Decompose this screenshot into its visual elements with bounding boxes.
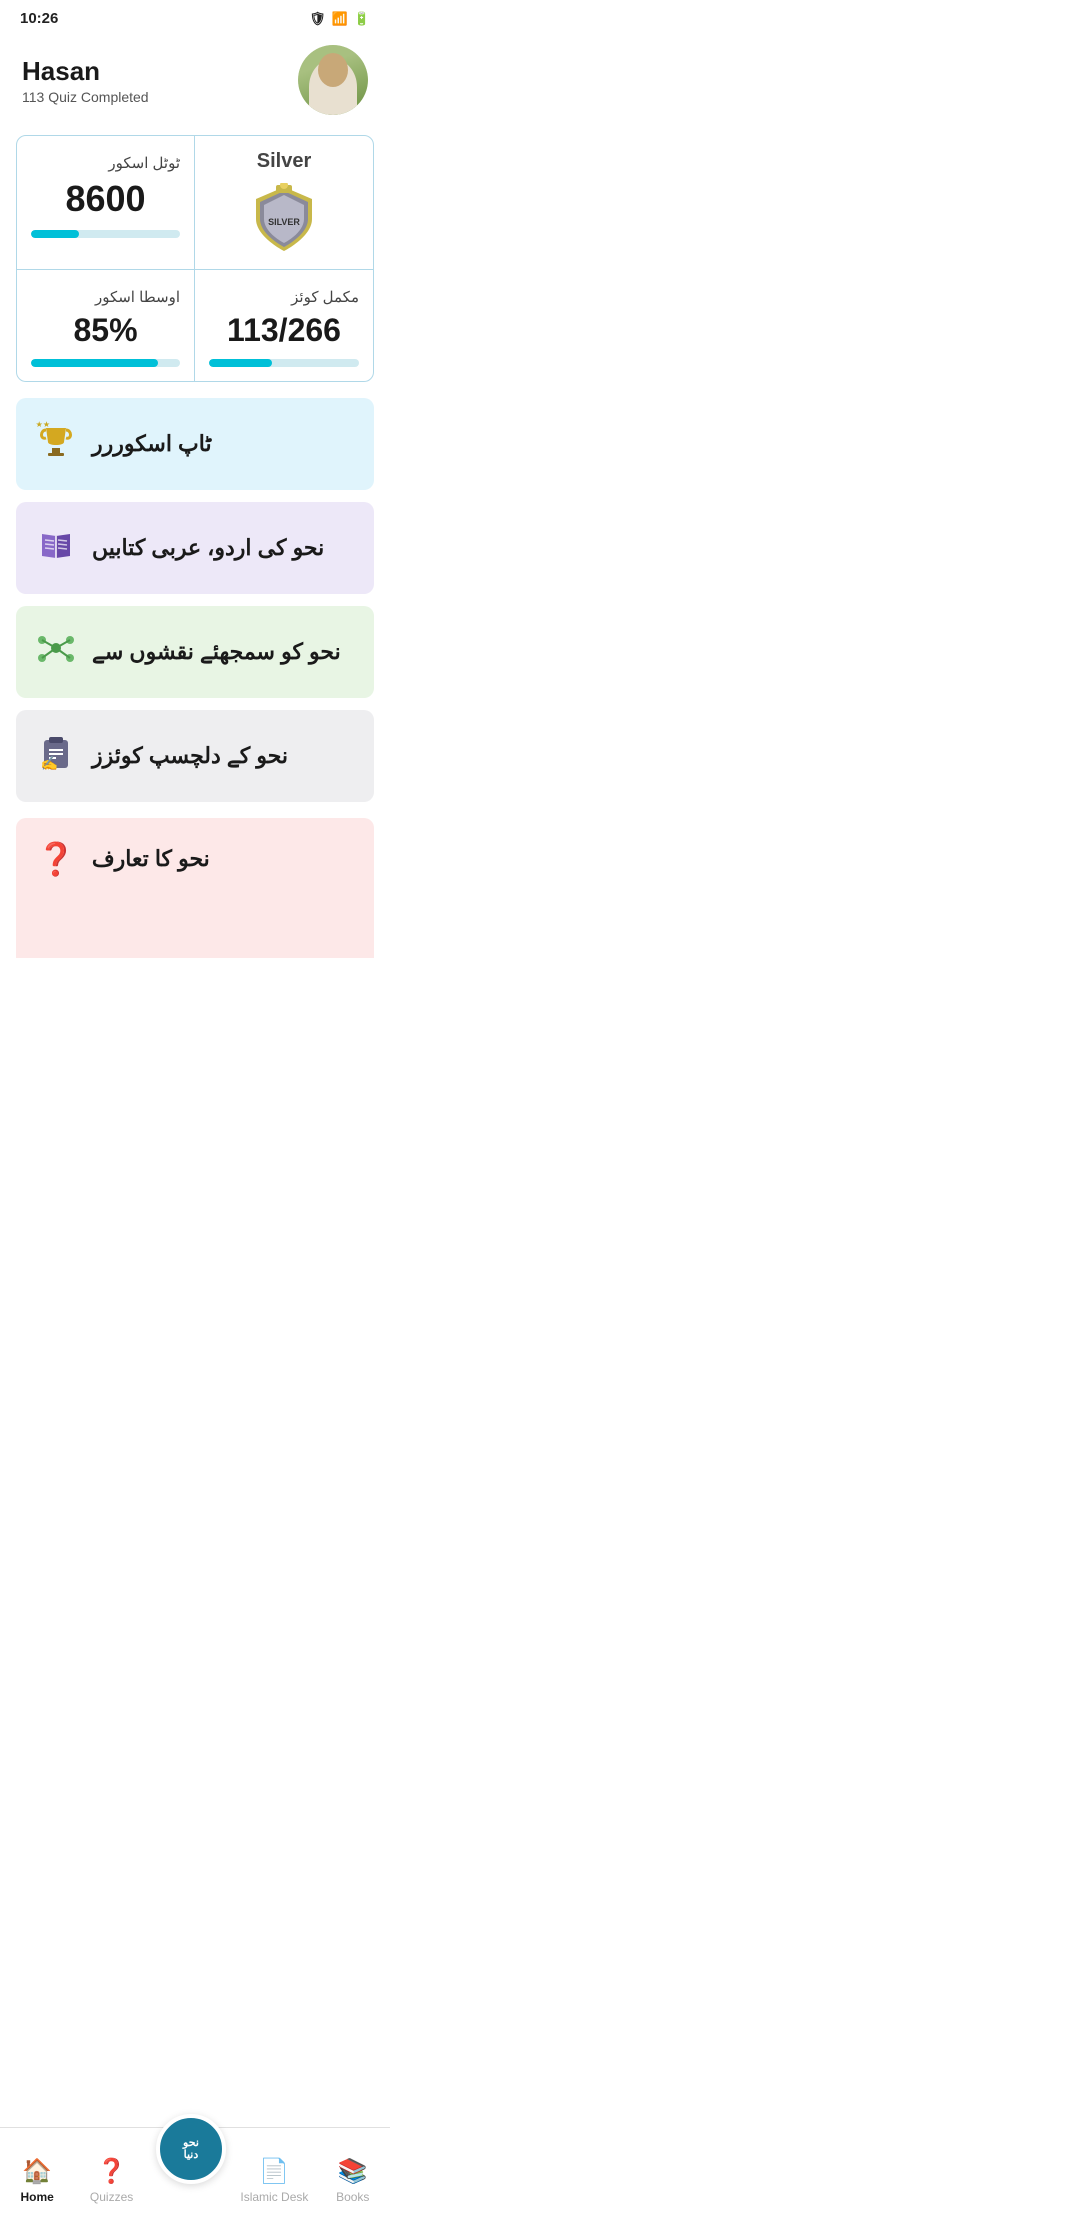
center-label: نحودنیا xyxy=(183,2137,199,2161)
silver-badge-icon: SILVER xyxy=(252,183,316,255)
partial-card-icon: ❓ xyxy=(36,840,76,878)
svg-text:SILVER: SILVER xyxy=(268,217,300,227)
diagrams-text: نحو کو سمجھئے نقشوں سے xyxy=(92,639,341,665)
quiz-count: 113 Quiz Completed xyxy=(22,89,149,105)
avg-score-progress-fill xyxy=(31,359,158,367)
home-label: Home xyxy=(21,2190,54,2204)
home-icon: 🏠 xyxy=(22,2157,52,2186)
books-icon xyxy=(36,524,76,572)
svg-text:✍: ✍ xyxy=(41,755,58,771)
partial-card[interactable]: نحو کا تعارف ❓ xyxy=(16,818,374,958)
center-circle: نحودنیا xyxy=(156,2114,226,2184)
completed-label: مکمل کوئز xyxy=(209,288,359,306)
total-score-progress-bg xyxy=(31,230,180,238)
status-bar: 10:26 🛡 📶 🔋 xyxy=(0,0,390,35)
bottom-nav: 🏠 Home ❓ Quizzes نحودنیا 📄 Islamic Desk … xyxy=(0,2127,390,2220)
books-text: نحو کی اردو، عربی کتابیں xyxy=(92,535,324,561)
books-card[interactable]: نحو کی اردو، عربی کتابیں xyxy=(16,502,374,594)
completed-value: 113/266 xyxy=(209,312,359,349)
islamic-desk-label: Islamic Desk xyxy=(240,2190,308,2204)
books-nav-label: Books xyxy=(336,2190,369,2204)
total-score-cell: ٹوٹل اسکور 8600 xyxy=(17,136,195,270)
quizzes-nav-icon: ❓ xyxy=(97,2157,127,2186)
header-text: Hasan 113 Quiz Completed xyxy=(22,56,149,105)
nav-item-quizzes[interactable]: ❓ Quizzes xyxy=(82,2157,142,2204)
header: Hasan 113 Quiz Completed xyxy=(0,35,390,135)
stats-grid: ٹوٹل اسکور 8600 Silver SILVER اوسطا اسکو… xyxy=(16,135,374,382)
avg-score-value: 85% xyxy=(31,312,180,349)
books-nav-icon: 📚 xyxy=(338,2157,368,2186)
top-scorers-card[interactable]: ٹاپ اسکوررر ★★ xyxy=(16,398,374,490)
signal-icon: 📶 xyxy=(332,11,348,27)
top-scorers-text: ٹاپ اسکوررر xyxy=(92,431,212,457)
status-icons: 🛡 📶 🔋 xyxy=(309,11,370,27)
quizzes-icon: ✍ xyxy=(36,732,76,780)
diagrams-card[interactable]: نحو کو سمجھئے نقشوں سے xyxy=(16,606,374,698)
avg-score-cell: اوسطا اسکور 85% xyxy=(17,270,195,381)
battery-icon: 🔋 xyxy=(354,11,370,27)
shield-icon: 🛡 xyxy=(309,11,326,27)
total-score-label: ٹوٹل اسکور xyxy=(31,154,180,172)
avg-score-progress-bg xyxy=(31,359,180,367)
silver-badge-cell: Silver SILVER xyxy=(195,136,373,270)
quizzes-card[interactable]: نحو کے دلچسپ کوئزز ✍ xyxy=(16,710,374,802)
silver-label: Silver xyxy=(257,150,311,173)
partial-card-text: نحو کا تعارف xyxy=(92,846,210,872)
menu-cards: ٹاپ اسکوررر ★★ نحو کی اردو، عربی کتابیں xyxy=(0,398,390,802)
nav-item-books[interactable]: 📚 Books xyxy=(323,2157,383,2204)
total-score-value: 8600 xyxy=(31,178,180,220)
avg-score-label: اوسطا اسکور xyxy=(31,288,180,306)
nav-item-islamic-desk[interactable]: 📄 Islamic Desk xyxy=(240,2157,308,2204)
svg-text:★★: ★★ xyxy=(36,420,50,429)
username: Hasan xyxy=(22,56,149,87)
completed-progress-fill xyxy=(209,359,272,367)
top-scorers-icon: ★★ xyxy=(36,420,76,468)
completed-progress-bg xyxy=(209,359,359,367)
quizzes-text: نحو کے دلچسپ کوئزز xyxy=(92,743,288,769)
status-time: 10:26 xyxy=(20,10,58,27)
islamic-desk-icon: 📄 xyxy=(259,2157,289,2186)
nav-item-center[interactable]: نحودنیا xyxy=(156,2114,226,2184)
total-score-progress-fill xyxy=(31,230,79,238)
nav-item-home[interactable]: 🏠 Home xyxy=(7,2157,67,2204)
diagrams-icon xyxy=(36,628,76,676)
completed-quizzes-cell: مکمل کوئز 113/266 xyxy=(195,270,373,381)
avatar-image xyxy=(298,45,368,115)
quizzes-nav-label: Quizzes xyxy=(90,2190,133,2204)
avatar xyxy=(298,45,368,115)
